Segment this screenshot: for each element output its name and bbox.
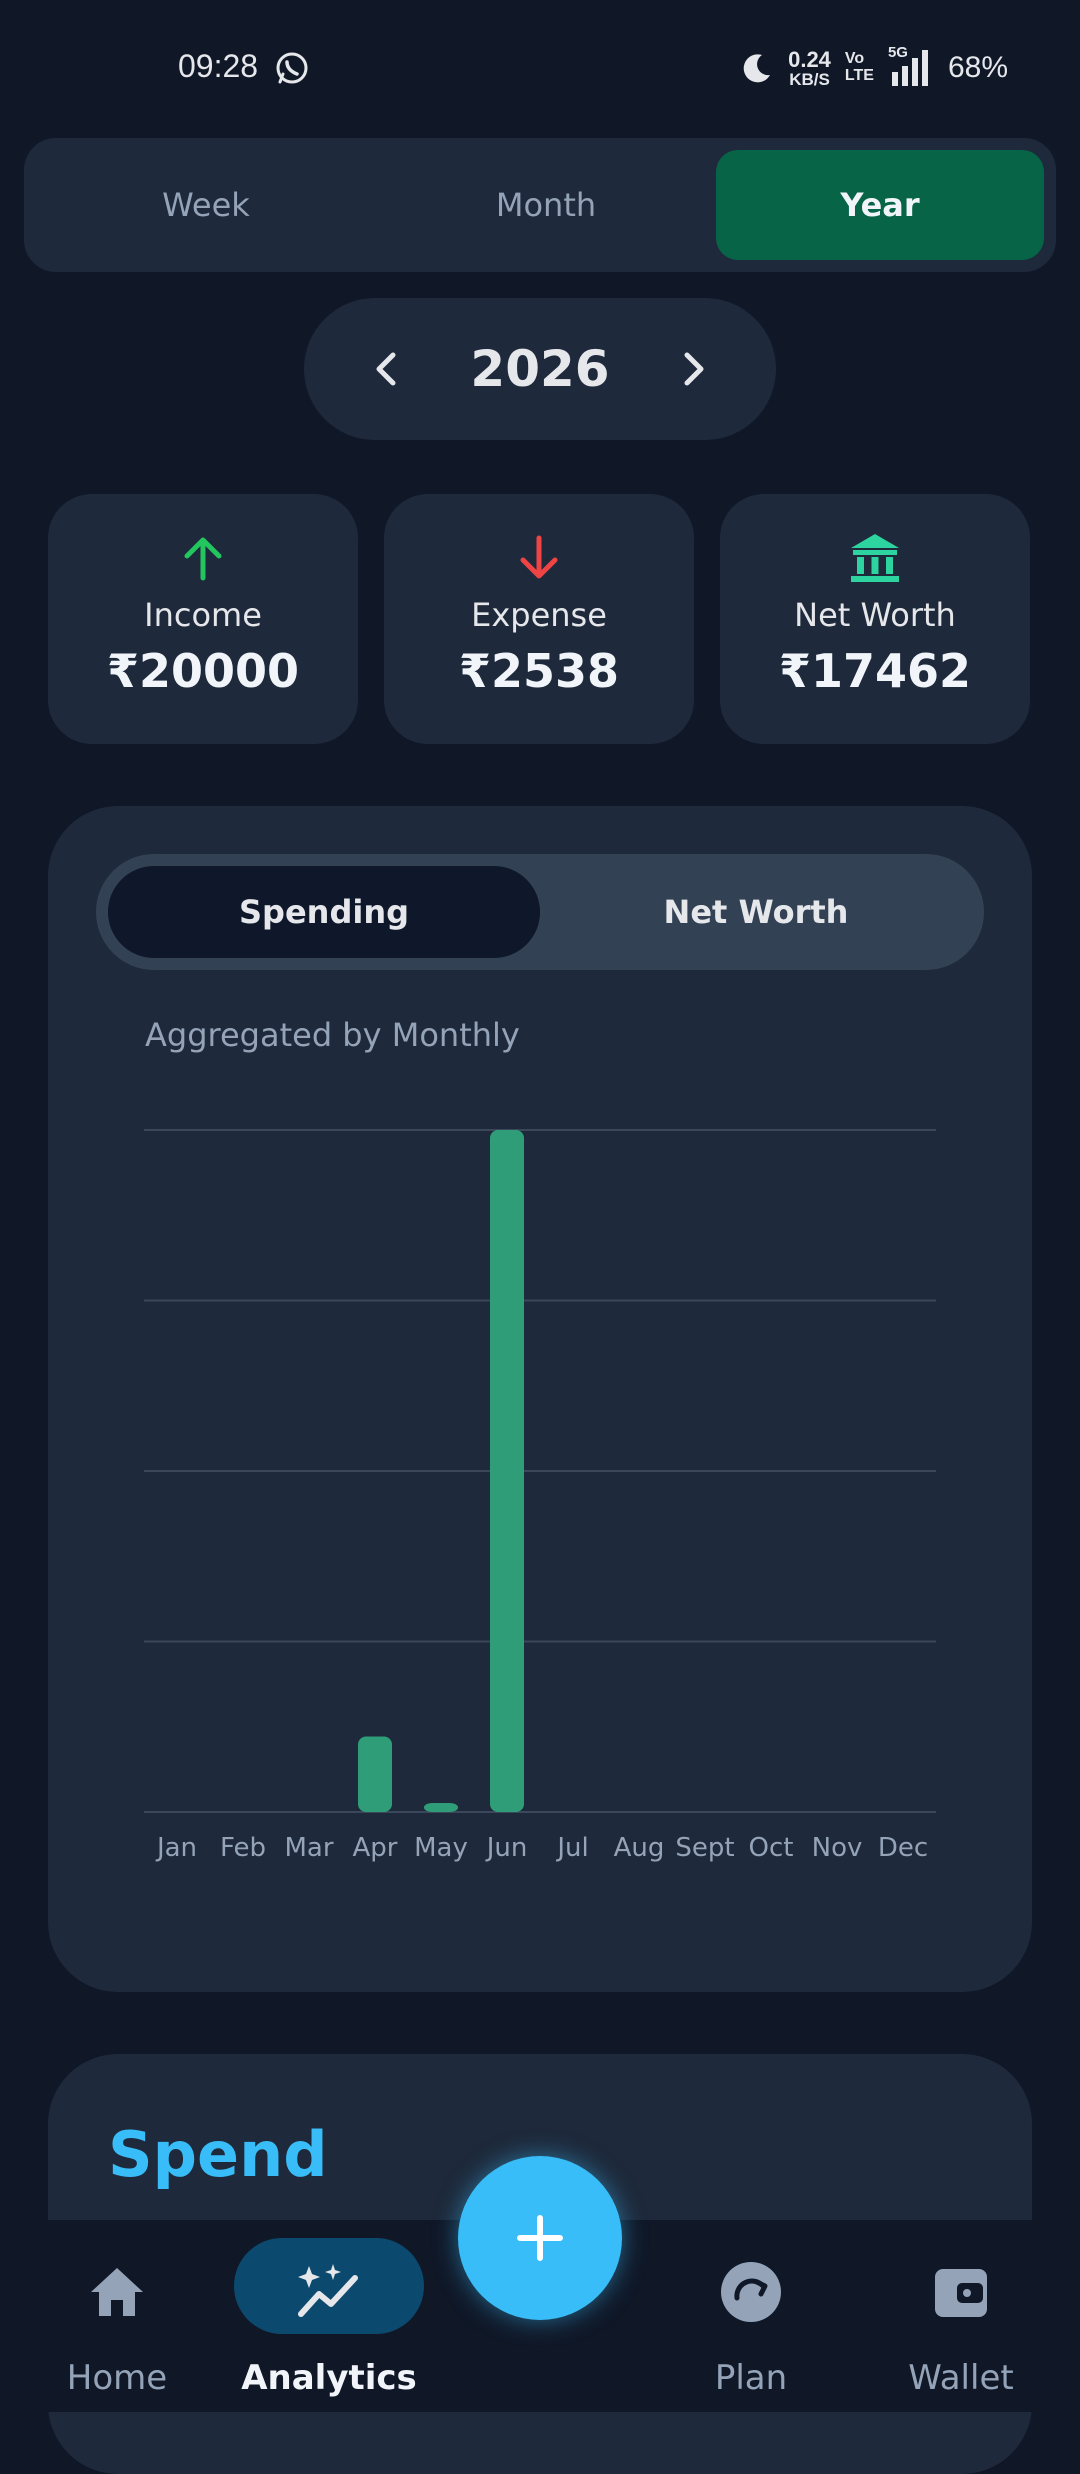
- tab-year[interactable]: Year: [716, 150, 1044, 260]
- expense-value: ₹2538: [458, 644, 620, 698]
- status-time: 09:28: [178, 48, 259, 84]
- net-speed-value: 0.24: [788, 46, 831, 72]
- nav-analytics-label: Analytics: [241, 2358, 417, 2398]
- whatsapp-icon: [276, 52, 308, 84]
- nav-plan[interactable]: Plan: [676, 2220, 826, 2412]
- spend-title: Spend: [108, 2118, 328, 2191]
- refresh-icon: [715, 2260, 787, 2324]
- expense-card[interactable]: Expense ₹2538: [384, 494, 694, 744]
- chart-x-tick-jun: Jun: [485, 1833, 528, 1863]
- tab-week[interactable]: Week: [36, 150, 376, 260]
- arrow-up-icon: [48, 530, 358, 586]
- chart-bar-may[interactable]: [424, 1802, 458, 1812]
- add-transaction-button[interactable]: [458, 2156, 622, 2320]
- spending-bar-chart: Jan Feb Mar Apr May Jun Jul Aug Sept Oct Nov Dec: [144, 1129, 936, 1863]
- chart-x-tick-jan: Jan: [155, 1833, 197, 1863]
- nav-wallet-label: Wallet: [908, 2358, 1014, 2398]
- net-speed: 0.24 KB/S: [788, 46, 831, 89]
- chart-x-tick-mar: Mar: [284, 1833, 333, 1863]
- net-worth-label: Net Worth: [794, 596, 956, 634]
- battery-level: 68%: [947, 51, 1008, 84]
- nav-wallet[interactable]: Wallet: [886, 2220, 1036, 2412]
- home-icon: [81, 2260, 153, 2324]
- previous-year-button[interactable]: [352, 334, 422, 404]
- next-year-button[interactable]: [658, 334, 728, 404]
- net-worth-card[interactable]: Net Worth ₹17462: [720, 494, 1030, 744]
- plus-icon: [517, 2215, 563, 2261]
- volte-top: Vo: [844, 50, 865, 68]
- chart-x-tick-may: May: [414, 1833, 468, 1863]
- status-bar: 09:28 0.24 KB/S Vo LTE 5G 68%: [0, 0, 1080, 140]
- chart-x-tick-oct: Oct: [749, 1833, 794, 1863]
- chart-x-tick-dec: Dec: [878, 1833, 928, 1863]
- wallet-icon: [925, 2260, 997, 2324]
- chevron-left-icon: [376, 352, 396, 386]
- chart-x-tick-sept: Sept: [675, 1833, 734, 1863]
- chevron-right-icon: [684, 352, 704, 386]
- income-value: ₹20000: [106, 644, 300, 698]
- tab-month[interactable]: Month: [376, 150, 716, 260]
- chart-x-tick-nov: Nov: [812, 1833, 863, 1863]
- expense-label: Expense: [471, 596, 607, 634]
- volte-bottom: LTE: [844, 67, 874, 84]
- income-label: Income: [144, 596, 262, 634]
- year-navigator: 2026: [304, 298, 776, 440]
- chart-bar-jun[interactable]: [490, 1130, 524, 1812]
- nav-plan-label: Plan: [714, 2358, 788, 2398]
- net-worth-value: ₹17462: [778, 644, 972, 698]
- signal-icon: 5G: [888, 44, 934, 88]
- period-tabs: Week Month Year: [24, 138, 1056, 272]
- chart-x-tick-feb: Feb: [220, 1833, 266, 1863]
- chart-bar-apr[interactable]: [358, 1736, 392, 1812]
- status-right: 0.24 KB/S Vo LTE 5G 68%: [740, 44, 1008, 92]
- volte-indicator: Vo LTE: [844, 50, 874, 85]
- nav-analytics[interactable]: Analytics: [229, 2220, 429, 2412]
- chart-card: Spending Net Worth Aggregated by Monthly…: [48, 806, 1032, 1992]
- nav-home[interactable]: Home: [42, 2220, 192, 2412]
- nav-home-label: Home: [66, 2358, 168, 2398]
- chart-x-tick-aug: Aug: [614, 1833, 665, 1863]
- net-speed-unit: KB/S: [789, 69, 830, 89]
- arrow-down-icon: [384, 530, 694, 586]
- sparkle-chart-icon: [293, 2260, 365, 2324]
- bank-icon: [720, 530, 1030, 586]
- chart-x-tick-apr: Apr: [353, 1833, 398, 1863]
- income-card[interactable]: Income ₹20000: [48, 494, 358, 744]
- chart-x-tick-jul: Jul: [555, 1833, 588, 1863]
- moon-icon: [743, 54, 771, 83]
